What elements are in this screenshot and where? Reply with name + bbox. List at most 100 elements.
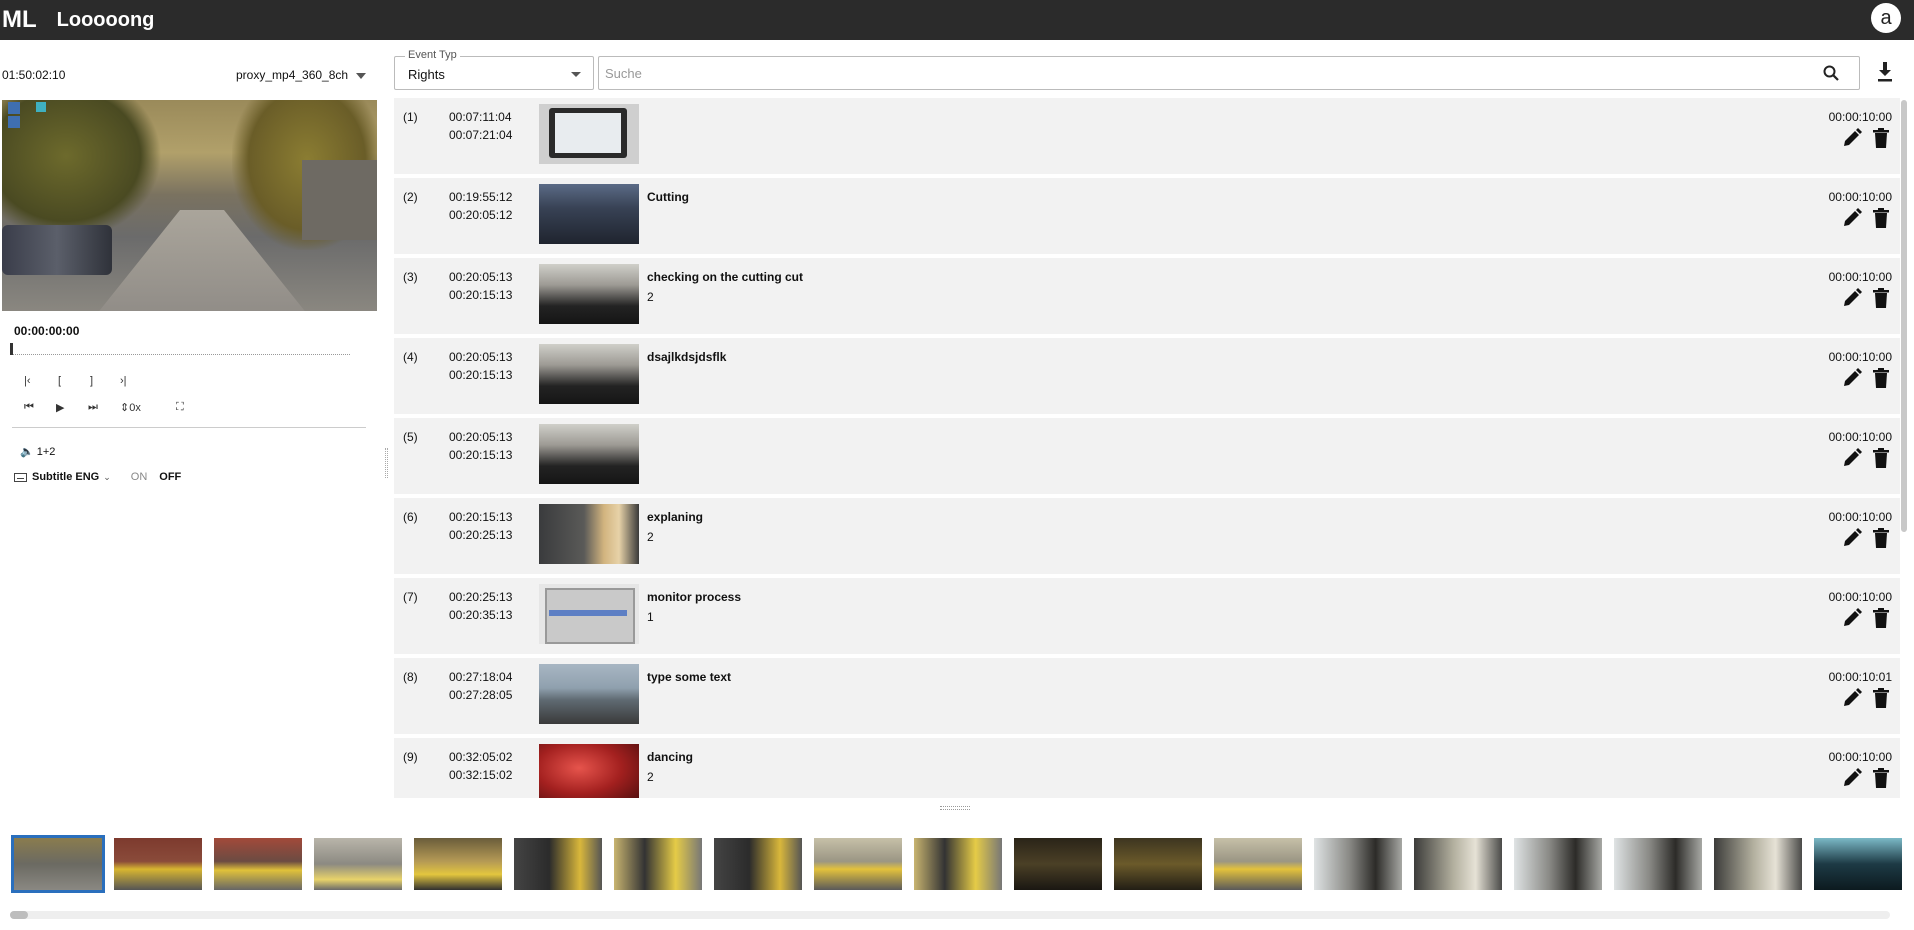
filmstrip-frame[interactable] — [114, 838, 202, 890]
filmstrip-frame[interactable] — [11, 835, 105, 893]
speed-label: 0x — [129, 402, 141, 414]
event-thumbnail[interactable] — [539, 664, 639, 724]
scrollbar-thumb[interactable] — [1901, 100, 1907, 532]
event-type-value: Rights — [408, 67, 445, 82]
event-thumbnail[interactable] — [539, 504, 639, 564]
filmstrip-frame[interactable] — [414, 838, 502, 890]
filmstrip-frame[interactable] — [1514, 838, 1602, 890]
filmstrip-frame[interactable] — [214, 838, 302, 890]
filmstrip-frame[interactable] — [1214, 838, 1302, 890]
filmstrip-frame[interactable] — [1114, 838, 1202, 890]
event-title: checking on the cutting cut — [647, 270, 804, 284]
event-timecode-in: 00:19:55:12 — [449, 190, 513, 204]
app-logo[interactable]: ML — [2, 6, 37, 34]
user-avatar[interactable]: a — [1871, 3, 1901, 33]
pencil-icon[interactable] — [1842, 368, 1862, 388]
scrollbar-thumb[interactable] — [10, 911, 28, 919]
go-to-out-icon[interactable]: ›| — [120, 375, 127, 387]
filmstrip-frame[interactable] — [814, 838, 902, 890]
trash-icon[interactable] — [1872, 528, 1890, 548]
pencil-icon[interactable] — [1842, 768, 1862, 788]
page-title: Looooong — [56, 8, 155, 31]
speed-control[interactable]: ⇕0x — [120, 401, 141, 414]
trash-icon[interactable] — [1872, 208, 1890, 228]
filmstrip-resize-handle[interactable] — [940, 806, 970, 810]
filmstrip-frame[interactable] — [1814, 838, 1902, 890]
event-row[interactable]: (3) 00:20:05:13 00:20:15:13 checking on the… — [394, 258, 1900, 334]
event-row[interactable]: (5) 00:20:05:13 00:20:15:13 00:00:10:00 — [394, 418, 1900, 494]
pencil-icon[interactable] — [1842, 608, 1862, 628]
event-type-select[interactable]: Event Typ Rights — [394, 49, 594, 90]
event-row[interactable]: (8) 00:27:18:04 00:27:28:05 type some text 0… — [394, 658, 1900, 734]
filmstrip-frame[interactable] — [614, 838, 702, 890]
proxy-format-label: proxy_mp4_360_8ch — [236, 68, 349, 82]
skip-forward-icon[interactable]: ⏭ — [88, 401, 98, 414]
pencil-icon[interactable] — [1842, 528, 1862, 548]
filmstrip-frame[interactable] — [714, 838, 802, 890]
speed-stepper-icon: ⇕ — [120, 402, 130, 414]
filmstrip-frame[interactable] — [514, 838, 602, 890]
filmstrip-frame[interactable] — [1714, 838, 1802, 890]
filmstrip-frame[interactable] — [1014, 838, 1102, 890]
event-row[interactable]: (7) 00:20:25:13 00:20:35:13 monitor process… — [394, 578, 1900, 654]
filmstrip-frame[interactable] — [1314, 838, 1402, 890]
vertical-scrollbar[interactable] — [1900, 100, 1908, 800]
event-title: Cutting — [647, 190, 689, 204]
event-thumbnail[interactable] — [539, 104, 639, 164]
trash-icon[interactable] — [1872, 128, 1890, 148]
event-thumbnail[interactable] — [539, 264, 639, 324]
pencil-icon[interactable] — [1842, 688, 1862, 708]
pencil-icon[interactable] — [1842, 208, 1862, 228]
event-row[interactable]: (6) 00:20:15:13 00:20:25:13 explaning 2 00:00… — [394, 498, 1900, 574]
skip-back-icon[interactable]: ⏮ — [24, 401, 34, 414]
filmstrip-frame[interactable] — [1614, 838, 1702, 890]
pencil-icon[interactable] — [1842, 128, 1862, 148]
event-thumbnail[interactable] — [539, 424, 639, 484]
horizontal-scrollbar[interactable] — [10, 911, 1890, 919]
event-index: (2) — [403, 190, 418, 204]
event-row[interactable]: (2) 00:19:55:12 00:20:05:12 Cutting 00:00:10… — [394, 178, 1900, 254]
filmstrip-frame[interactable] — [314, 838, 402, 890]
search-input[interactable] — [600, 58, 1800, 88]
panel-resize-handle[interactable] — [385, 448, 388, 478]
subtitle-icon — [14, 472, 27, 482]
event-index: (4) — [403, 350, 418, 364]
playhead-handle[interactable] — [10, 343, 13, 355]
search-icon[interactable] — [1823, 65, 1839, 81]
event-thumbnail[interactable] — [539, 344, 639, 404]
event-timecode-out: 00:20:15:13 — [449, 448, 513, 462]
video-viewport[interactable] — [2, 100, 377, 311]
subtitle-off-toggle[interactable]: OFF — [159, 471, 181, 483]
fullscreen-icon[interactable]: ⛶ — [176, 401, 184, 414]
subtitle-on-toggle[interactable]: ON — [131, 471, 148, 483]
pencil-icon[interactable] — [1842, 288, 1862, 308]
trash-icon[interactable] — [1872, 688, 1890, 708]
event-row[interactable]: (4) 00:20:05:13 00:20:15:13 dsajlkdsjdsflk 0… — [394, 338, 1900, 414]
event-thumbnail[interactable] — [539, 744, 639, 798]
trash-icon[interactable] — [1872, 768, 1890, 788]
pencil-icon[interactable] — [1842, 448, 1862, 468]
download-icon[interactable] — [1876, 62, 1894, 82]
trash-icon[interactable] — [1872, 288, 1890, 308]
event-row[interactable]: (1) 00:07:11:04 00:07:21:04 00:00:10:00 — [394, 98, 1900, 174]
event-row[interactable]: (9) 00:32:05:02 00:32:15:02 dancing 2 00:00:1… — [394, 738, 1900, 798]
chevron-down-icon — [571, 72, 581, 77]
filmstrip-frame[interactable] — [914, 838, 1002, 890]
event-duration: 00:00:10:00 — [1828, 750, 1892, 764]
proxy-format-select[interactable]: proxy_mp4_360_8ch — [236, 68, 367, 82]
audio-channel-select[interactable]: 🔈 1+2 — [20, 445, 55, 459]
event-thumbnail[interactable] — [539, 584, 639, 644]
go-to-in-icon[interactable]: |‹ — [24, 375, 31, 387]
mark-out-icon[interactable]: ] — [90, 375, 93, 387]
play-icon[interactable]: ▶ — [56, 401, 64, 414]
event-thumbnail[interactable] — [539, 184, 639, 244]
event-index: (1) — [403, 110, 418, 124]
timeline-scrubber[interactable] — [10, 343, 350, 355]
trash-icon[interactable] — [1872, 448, 1890, 468]
mark-in-icon[interactable]: [ — [58, 375, 61, 387]
trash-icon[interactable] — [1872, 608, 1890, 628]
event-timecode-out: 00:27:28:05 — [449, 688, 513, 702]
subtitle-language-select[interactable]: Subtitle ENG — [32, 471, 99, 483]
filmstrip-frame[interactable] — [1414, 838, 1502, 890]
trash-icon[interactable] — [1872, 368, 1890, 388]
